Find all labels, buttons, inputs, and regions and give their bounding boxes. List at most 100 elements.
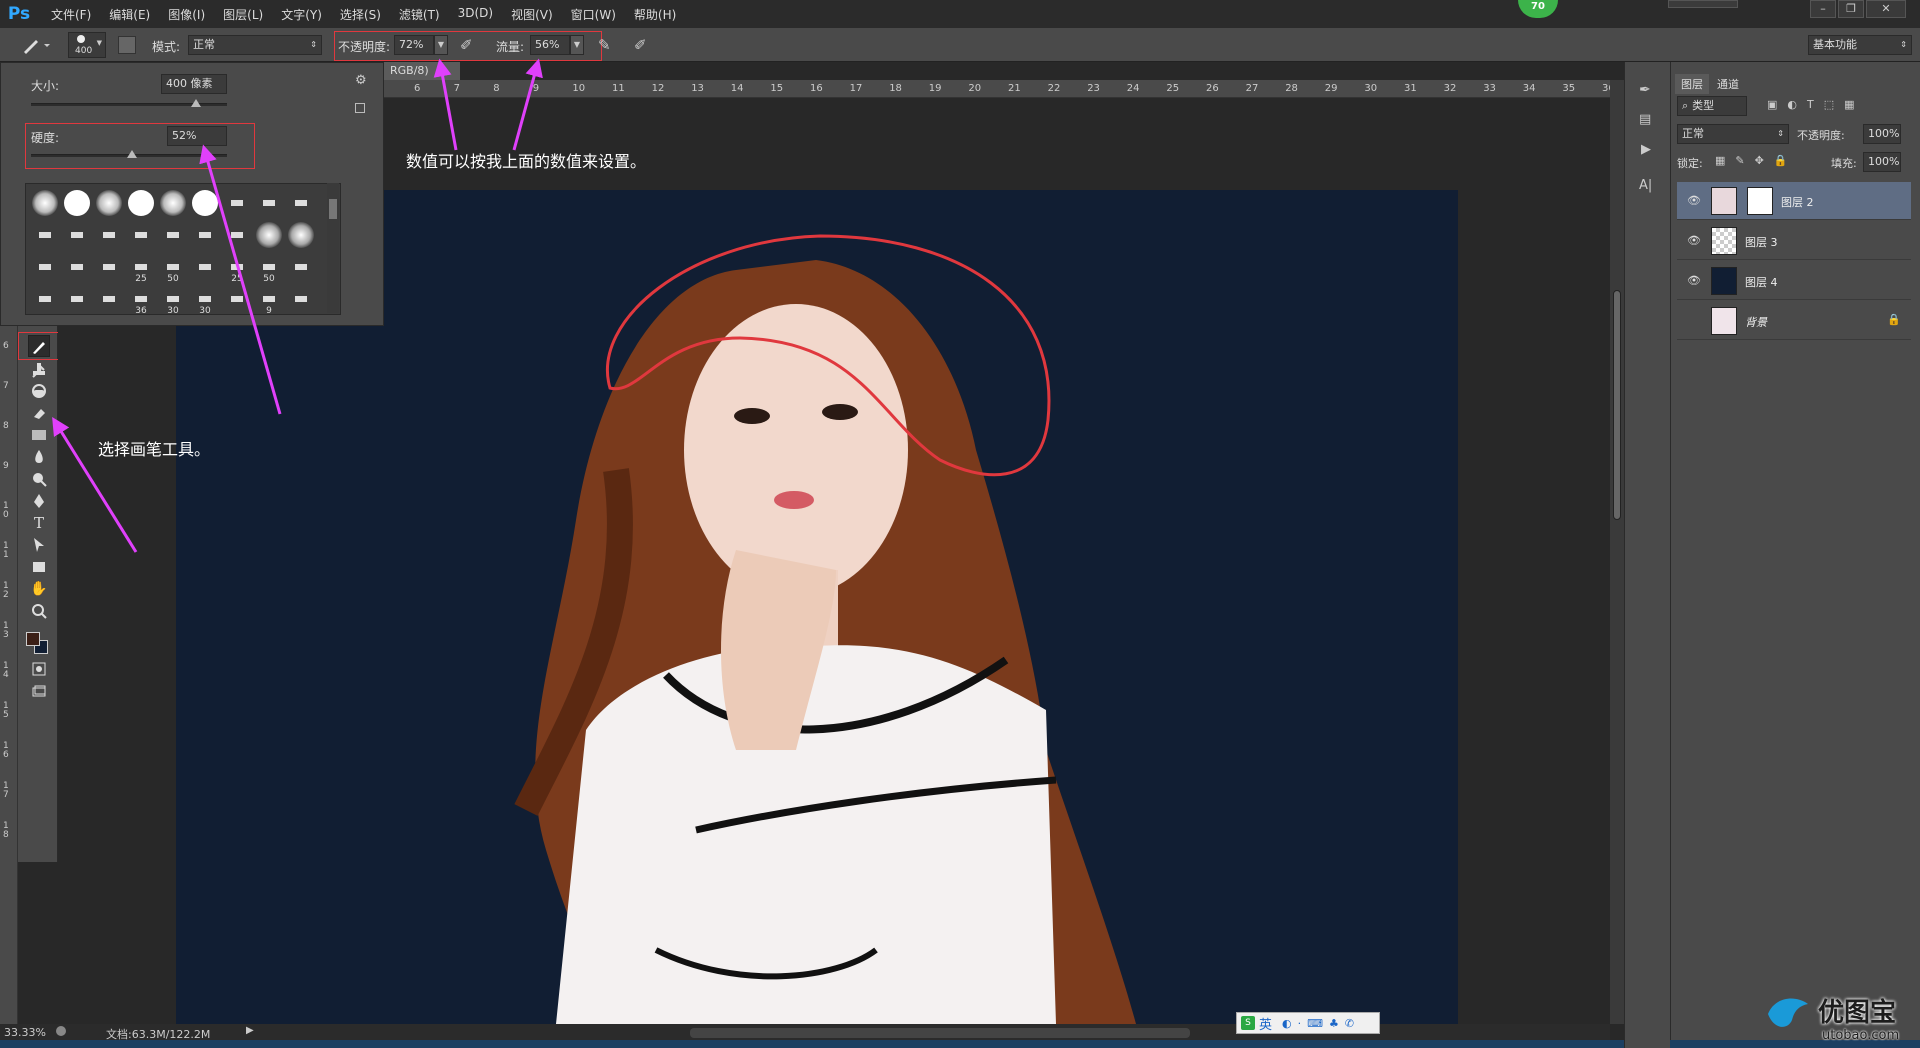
brush-tip[interactable]: 36: [126, 284, 156, 314]
quick-mask-icon[interactable]: [28, 658, 50, 680]
layer-mask-thumbnail[interactable]: [1747, 187, 1773, 215]
pen-tool-icon[interactable]: [28, 490, 50, 512]
new-preset-icon[interactable]: [355, 103, 365, 113]
brush-tip[interactable]: [30, 252, 60, 282]
brush-tip[interactable]: [126, 188, 156, 218]
menu-item[interactable]: 文字(Y): [272, 6, 331, 23]
size-slider-handle[interactable]: [191, 99, 201, 107]
zoom-tool-icon[interactable]: [28, 600, 50, 622]
ime-language[interactable]: 英: [1259, 1014, 1272, 1033]
eye-icon[interactable]: 👁: [1687, 274, 1701, 287]
tab-channels[interactable]: 通道: [1711, 74, 1745, 94]
lock-position-icon[interactable]: ✥: [1755, 154, 1764, 167]
lock-transparent-icon[interactable]: ▦: [1715, 154, 1725, 167]
brush-tip[interactable]: [286, 252, 316, 282]
hand-tool-icon[interactable]: ✋: [28, 578, 50, 600]
blur-tool-icon[interactable]: [28, 446, 50, 468]
blend-mode-select[interactable]: 正常 ⇕: [1677, 124, 1789, 144]
brush-tip[interactable]: [62, 284, 92, 314]
brush-tip[interactable]: [286, 220, 316, 250]
arrow-right-icon[interactable]: ▶: [246, 1025, 254, 1036]
foreground-color-swatch[interactable]: [26, 632, 40, 646]
menu-item[interactable]: 图层(L): [214, 6, 272, 23]
brush-tip[interactable]: [126, 220, 156, 250]
brush-tip[interactable]: [62, 188, 92, 218]
flow-input[interactable]: 56%: [530, 35, 570, 55]
size-input[interactable]: 400 像素: [161, 74, 227, 94]
ime-toolbar[interactable]: S 英 ◐·⌨♣✆: [1236, 1012, 1380, 1034]
type-filter-icon[interactable]: T: [1807, 98, 1814, 111]
brush-tip[interactable]: [30, 220, 60, 250]
brush-tip[interactable]: 30: [158, 284, 188, 314]
menu-item[interactable]: 选择(S): [331, 6, 390, 23]
pressure-size-icon[interactable]: ✐: [634, 36, 647, 54]
brush-tip[interactable]: [94, 220, 124, 250]
brush-size-picker[interactable]: 400 ▼: [68, 32, 106, 58]
play-actions-icon[interactable]: ▶: [1641, 142, 1651, 157]
brush-tip[interactable]: [222, 188, 252, 218]
menu-item[interactable]: 窗口(W): [562, 6, 625, 23]
menu-item[interactable]: 滤镜(T): [390, 6, 449, 23]
hardness-input[interactable]: 52%: [167, 126, 227, 146]
brush-tip[interactable]: 25: [126, 252, 156, 284]
brush-tool-icon[interactable]: [28, 335, 50, 357]
layer-row[interactable]: 👁 图层 4: [1677, 262, 1911, 300]
pixel-filter-icon[interactable]: ▣: [1767, 98, 1777, 111]
screen-mode-icon[interactable]: [28, 680, 50, 702]
menu-item[interactable]: 帮助(H): [625, 6, 685, 23]
brush-tip[interactable]: [254, 188, 284, 218]
brush-tip[interactable]: [94, 252, 124, 282]
pen-path-panel-icon[interactable]: ✒: [1639, 82, 1651, 98]
workspace-select[interactable]: 基本功能 ⇕: [1808, 35, 1912, 55]
brush-tip[interactable]: 30: [190, 284, 220, 314]
brush-tool-preset-icon[interactable]: [20, 34, 50, 59]
menu-item[interactable]: 图像(I): [159, 6, 214, 23]
close-tab-icon[interactable]: ×: [436, 64, 445, 77]
layer-filter-select[interactable]: ⌕ 类型: [1677, 96, 1747, 116]
layer-row[interactable]: 👁 图层 2: [1677, 182, 1911, 220]
menu-item[interactable]: 文件(F): [42, 6, 100, 23]
opacity-dropdown-button[interactable]: ▼: [434, 35, 448, 55]
brush-tip[interactable]: [286, 188, 316, 218]
brush-panel-toggle-icon[interactable]: [118, 36, 136, 54]
scroll-thumb[interactable]: [329, 199, 337, 219]
brush-grid-scrollbar[interactable]: [327, 183, 339, 313]
opacity-input[interactable]: 72%: [394, 35, 434, 55]
eraser-tool-icon[interactable]: [28, 402, 50, 424]
clone-stamp-tool-icon[interactable]: [28, 358, 50, 380]
menu-item[interactable]: 视图(V): [502, 6, 562, 23]
type-tool-icon[interactable]: T: [28, 512, 50, 534]
document-tab[interactable]: RGB/8) ×: [384, 62, 460, 80]
history-brush-tool-icon[interactable]: [28, 380, 50, 402]
brush-tip[interactable]: [94, 188, 124, 218]
character-panel-icon[interactable]: A|: [1639, 178, 1652, 193]
dodge-tool-icon[interactable]: [28, 468, 50, 490]
gradient-tool-icon[interactable]: [28, 424, 50, 446]
brush-tip[interactable]: [158, 220, 188, 250]
path-selection-tool-icon[interactable]: [28, 534, 50, 556]
flow-dropdown-button[interactable]: ▼: [570, 35, 584, 55]
brush-tip[interactable]: [190, 220, 220, 250]
airbrush-icon[interactable]: ✎: [598, 36, 611, 54]
eye-icon[interactable]: 👁: [1687, 234, 1701, 247]
brush-tip[interactable]: [62, 252, 92, 282]
brush-tip[interactable]: [254, 220, 284, 250]
brush-tip[interactable]: [222, 284, 252, 314]
brush-tip[interactable]: [94, 284, 124, 314]
gear-icon[interactable]: ⚙: [355, 73, 367, 88]
fill-input[interactable]: 100%: [1863, 152, 1901, 172]
status-icon[interactable]: [56, 1026, 66, 1036]
mode-select[interactable]: 正常 ⇕: [188, 35, 322, 55]
scroll-thumb[interactable]: [1613, 290, 1621, 520]
ime-tool-icons[interactable]: ◐·⌨♣✆: [1282, 1017, 1360, 1030]
pressure-opacity-icon[interactable]: ✐: [460, 36, 473, 54]
layer-opacity-input[interactable]: 100%: [1863, 124, 1901, 144]
brush-tip[interactable]: 50: [254, 252, 284, 284]
smart-object-filter-icon[interactable]: ▦: [1844, 98, 1854, 111]
vertical-scrollbar[interactable]: [1610, 80, 1624, 1024]
lock-all-icon[interactable]: 🔒: [1774, 154, 1788, 167]
brush-tip[interactable]: [190, 188, 220, 218]
hardness-slider-handle[interactable]: [127, 150, 137, 158]
ps-logo[interactable]: Ps: [4, 4, 34, 24]
brush-tip[interactable]: 50: [158, 252, 188, 284]
